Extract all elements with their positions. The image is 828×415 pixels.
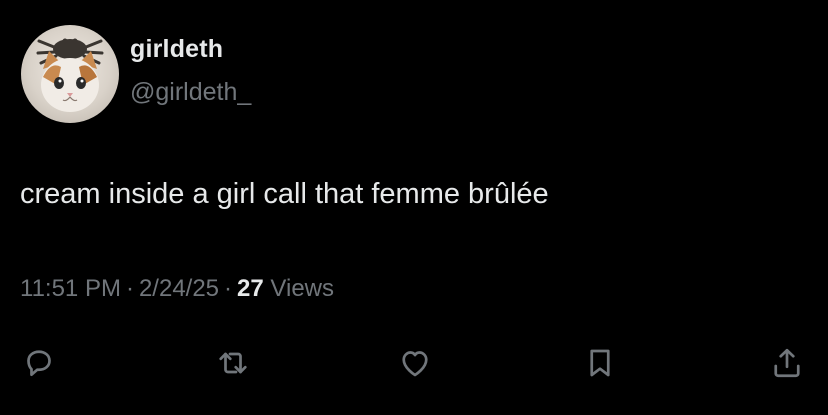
retweet-button[interactable] (213, 343, 253, 383)
views-label: Views (270, 275, 334, 302)
tweet-date[interactable]: 2/24/25 (139, 275, 219, 302)
like-button[interactable] (395, 343, 435, 383)
bookmark-button[interactable] (580, 343, 620, 383)
bookmark-icon (590, 349, 610, 377)
share-icon (774, 348, 800, 378)
views-count: 27 (237, 275, 264, 302)
tweet-meta: 11:51 PM · 2/24/25 · 27 Views (20, 275, 334, 303)
tweet-text: cream inside a girl call that femme brûl… (20, 178, 549, 210)
meta-separator: · (224, 275, 233, 302)
avatar-image (36, 38, 104, 112)
reply-button[interactable] (19, 343, 59, 383)
heart-icon (402, 351, 428, 377)
reply-icon (27, 350, 51, 377)
share-button[interactable] (767, 343, 807, 383)
user-handle[interactable]: @girldeth_ (130, 78, 251, 107)
tweet-time[interactable]: 11:51 PM (20, 275, 121, 302)
avatar[interactable] (21, 25, 119, 123)
display-name[interactable]: girldeth (130, 35, 223, 64)
retweet-icon (219, 352, 247, 374)
tweet: girldeth @girldeth_ cream inside a girl … (0, 0, 828, 415)
meta-separator: · (125, 275, 134, 302)
